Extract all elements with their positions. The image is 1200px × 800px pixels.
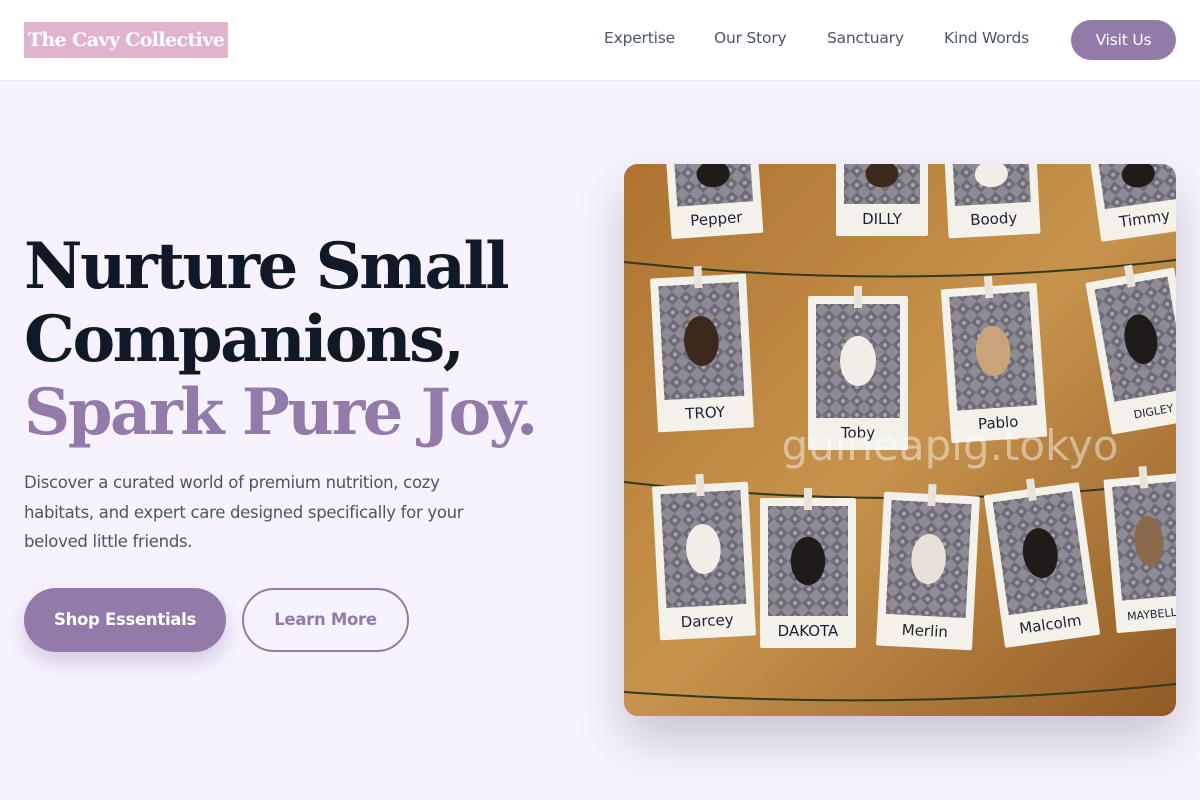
polaroid-name: Darcey: [680, 611, 734, 632]
headline-line-2: Companions,: [24, 302, 465, 377]
site-header: The Cavy Collective Expertise Our Story …: [0, 0, 1200, 81]
clothespin: [804, 488, 812, 510]
polaroid-card: DAKOTA: [760, 488, 856, 648]
clothespin: [927, 483, 937, 507]
shop-essentials-button[interactable]: Shop Essentials: [24, 588, 226, 652]
polaroid-card: Pablo: [940, 275, 1048, 444]
clothespin: [854, 286, 862, 308]
polaroid-card: Merlin: [876, 483, 980, 651]
polaroid-name: Pepper: [690, 208, 744, 230]
nav-link-expertise[interactable]: Expertise: [604, 29, 675, 47]
nav-link-our-story[interactable]: Our Story: [714, 29, 787, 47]
clothespin: [693, 265, 703, 289]
polaroid-wall-photo: Pepper DILLY Boody TimmyTROYToby PabloDIGLEY…: [624, 164, 1176, 716]
clothespin: [695, 473, 705, 497]
headline-accent: Spark Pure Joy.: [24, 375, 538, 450]
visit-us-button[interactable]: Visit Us: [1071, 20, 1176, 60]
clothespin: [983, 275, 994, 299]
polaroid-card: Pepper: [664, 164, 764, 239]
polaroid-name: TROY: [684, 403, 726, 423]
polaroid-name: Merlin: [901, 621, 948, 641]
polaroid-name: DAKOTA: [778, 622, 839, 640]
site-logo[interactable]: The Cavy Collective: [24, 22, 228, 58]
nav-link-kind-words[interactable]: Kind Words: [944, 29, 1029, 47]
hero-headline: Nurture Small Companions, Spark Pure Joy…: [24, 229, 538, 450]
polaroid-name: DILLY: [862, 210, 903, 228]
polaroid-card: Boody: [943, 164, 1041, 239]
polaroid-card: DILLY: [836, 164, 928, 236]
polaroid-card: Darcey: [652, 473, 756, 641]
watermark-text: guineapig.tokyo: [781, 421, 1118, 470]
learn-more-button[interactable]: Learn More: [242, 588, 409, 652]
polaroid-card: TROY: [650, 265, 754, 433]
nav-link-sanctuary[interactable]: Sanctuary: [827, 29, 904, 47]
hero-photo: Pepper DILLY Boody Timmy TROY Toby Pablo DIGLEY…: [624, 164, 1176, 716]
hero-subtext: Discover a curated world of premium nutr…: [24, 473, 464, 551]
polaroid-name: Boody: [970, 209, 1018, 229]
headline-line-1: Nurture Small: [24, 229, 510, 304]
